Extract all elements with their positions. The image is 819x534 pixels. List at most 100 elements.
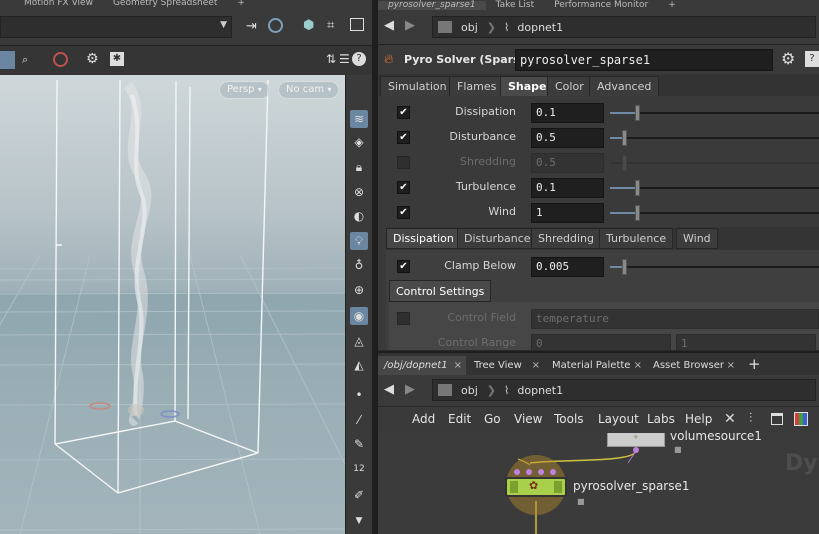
wind-slider[interactable] [610,205,819,221]
disturbance-checkbox[interactable]: ✔ [397,131,410,144]
background-icon[interactable]: ◉ [350,307,368,325]
slider-knob[interactable] [635,205,640,221]
paint-icon[interactable]: ✐ [350,486,368,504]
input-dot[interactable] [538,469,544,475]
turbulence-checkbox[interactable]: ✔ [397,181,410,194]
no-entry-icon[interactable] [53,52,68,67]
dot-icon[interactable]: • [350,386,368,404]
settings-icon[interactable]: ✱ [110,52,124,66]
back-arrow-icon[interactable]: ◀ [384,382,394,397]
pyrosolver-label[interactable]: pyrosolver_sparse1 [573,479,690,493]
bypass-flag[interactable] [510,481,518,493]
close-icon[interactable]: × [727,356,735,376]
path-node[interactable]: dopnet1 [517,384,563,397]
add-tab-icon[interactable]: + [658,1,686,10]
back-arrow-icon[interactable]: ◀ [384,18,394,33]
path-node[interactable]: dopnet1 [517,21,563,34]
tab-color[interactable]: Color [547,76,592,96]
forward-arrow-icon[interactable]: ▶ [405,18,415,33]
help-icon[interactable]: ? [805,51,819,67]
camera-icon[interactable]: ⌗ [327,18,334,33]
network-editor[interactable]: Dy ✦ volumesource1 ■ ✿ pyrosolver_sparse… [378,429,819,534]
persp-menu-button[interactable]: Persp ▾ [219,81,270,99]
headlight-icon[interactable]: ♁ [350,256,368,274]
context-dropdown[interactable]: ▼ [0,16,232,38]
camera-menu-button[interactable]: No cam ▾ [278,81,340,99]
visibility-icon[interactable]: ◬ [350,332,368,350]
slider-knob[interactable] [622,259,627,275]
subtab-dissipation[interactable]: Dissipation [386,228,461,249]
menu-go[interactable]: Go [484,412,501,426]
close-icon[interactable]: × [634,356,642,376]
close-icon[interactable]: × [454,356,462,376]
ghost-icon[interactable]: ⊗ [350,183,368,201]
dissipation-checkbox[interactable]: ✔ [397,106,410,119]
wind-checkbox[interactable]: ✔ [397,206,410,219]
pen-icon[interactable]: ✎ [350,435,368,453]
menu-help[interactable]: Help [685,412,712,426]
disturbance-slider[interactable] [610,130,819,146]
shredding-checkbox[interactable] [397,156,410,169]
dissipation-slider[interactable] [610,105,819,121]
window-icon[interactable] [350,18,364,31]
control-field-checkbox[interactable] [397,312,410,325]
display-flag[interactable] [554,481,562,493]
path-root[interactable]: obj [461,21,478,34]
subtab-shredding[interactable]: Shredding [531,228,601,249]
snap-icon[interactable] [0,51,15,69]
tab-simulation[interactable]: Simulation [380,76,455,96]
clamp-below-checkbox[interactable]: ✔ [397,260,410,273]
turbulence-field[interactable]: 0.1 [531,178,604,198]
slider-knob[interactable] [622,130,627,146]
menu-add[interactable]: Add [412,412,435,426]
tab-network-dopnet[interactable]: /obj/dopnet1 × [378,356,466,376]
input-dot[interactable] [550,469,556,475]
volumesource-label[interactable]: volumesource1 [670,429,762,443]
network-path[interactable]: obj ❯ ⌇ dopnet1 [432,379,816,401]
clamp-below-field[interactable]: 0.005 [531,257,604,277]
tree-icon[interactable]: ⫶ [749,411,752,426]
display-options-icon[interactable]: ≋ [350,110,368,128]
pin-icon[interactable]: ⇥ [246,19,257,34]
menu-tools[interactable]: Tools [554,412,584,426]
add-tab-icon[interactable]: + [227,0,255,8]
pyrosolver-node[interactable]: ✿ [505,477,567,497]
input-dot[interactable] [526,469,532,475]
input-dot[interactable] [514,469,520,475]
brush-icon[interactable]: ⁄ [350,411,368,429]
slider-knob[interactable] [635,105,640,121]
volumesource-node[interactable]: ✦ [607,433,665,447]
menu-labs[interactable]: Labs [647,412,675,426]
tab-flames[interactable]: Flames [449,76,505,96]
camera-view-icon[interactable]: ⊕ [350,281,368,299]
tab-motion-fx-view[interactable]: Motion FX View [14,0,103,8]
lock-icon[interactable]: 🔒︎ [350,158,368,176]
cube-icon[interactable]: ⬢ [303,18,314,33]
tab-advanced[interactable]: Advanced [589,76,660,96]
subtab-wind[interactable]: Wind [676,228,718,249]
wrench-icon[interactable]: ✕ [724,411,736,427]
tab-performance-monitor[interactable]: Performance Monitor [544,1,658,10]
dissipation-field[interactable]: 0.1 [531,103,604,123]
menu-edit[interactable]: Edit [448,412,471,426]
camera-persp-icon[interactable]: ◭ [350,356,368,374]
list-icon[interactable] [771,413,783,425]
numbered-points-icon[interactable]: 12 [350,460,368,478]
tab-take-list[interactable]: Take List [486,1,545,10]
menu-layout[interactable]: Layout [598,412,639,426]
menu-icon[interactable]: ☰ [339,52,350,66]
3d-viewport[interactable]: Persp ▾ No cam ▾ [0,75,345,534]
sort-icon[interactable]: ⇅ [326,52,336,66]
close-icon[interactable]: × [532,356,540,376]
zoom-icon[interactable]: ⌕ [22,53,28,67]
target-icon[interactable] [268,18,283,33]
light-icon[interactable]: 💡︎ [350,232,368,250]
gear-eye-icon[interactable]: ⚙ [86,51,99,67]
shading-icon[interactable]: ◐ [350,207,368,225]
help-icon[interactable]: ? [352,52,366,66]
path-root[interactable]: obj [461,384,478,397]
grid-icon[interactable] [794,412,808,426]
node-name-field[interactable]: pyrosolver_sparse1 [515,49,773,71]
tab-tree-view[interactable]: Tree View × [468,356,544,376]
volumesource-output-dot[interactable] [633,447,639,453]
